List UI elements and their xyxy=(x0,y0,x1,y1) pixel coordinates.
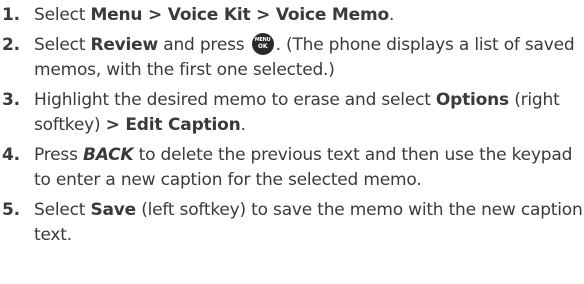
step-number: 2. xyxy=(2,35,20,55)
instruction-steps: 1. Select Menu > Voice Kit > Voice Memo.… xyxy=(0,3,584,253)
step-text: Select xyxy=(34,35,91,55)
step-text: Select xyxy=(34,5,91,25)
step-5: 5. Select Save (left softkey) to save th… xyxy=(0,198,584,248)
step-text: . xyxy=(388,5,395,25)
step-3: 3. Highlight the desired memo to erase a… xyxy=(0,88,584,138)
step-text: and press xyxy=(158,35,250,55)
step-1: 1. Select Menu > Voice Kit > Voice Memo. xyxy=(0,3,584,28)
back-key: BACK xyxy=(82,145,134,165)
menu-path: Menu > Voice Kit > Voice Memo xyxy=(90,5,389,25)
step-text: . xyxy=(240,115,246,135)
menu-ok-key-icon: MENU OK xyxy=(251,33,274,55)
step-4: 4. Press BACK to delete the previous tex… xyxy=(0,143,584,193)
ok-key-label: OK xyxy=(257,43,268,50)
edit-caption-option: > Edit Caption xyxy=(105,115,241,135)
options-softkey: Options xyxy=(435,90,509,110)
step-number: 5. xyxy=(2,200,20,220)
step-number: 1. xyxy=(2,5,20,25)
step-2: 2. Select Review and press MENU OK. (The … xyxy=(0,33,584,83)
save-softkey: Save xyxy=(90,200,136,220)
step-text: Press xyxy=(34,145,83,165)
step-number: 4. xyxy=(2,145,20,165)
step-text: Select xyxy=(34,200,91,220)
step-text: Highlight the desired memo to erase and … xyxy=(34,90,436,110)
review-option: Review xyxy=(90,35,159,55)
step-number: 3. xyxy=(2,90,20,110)
